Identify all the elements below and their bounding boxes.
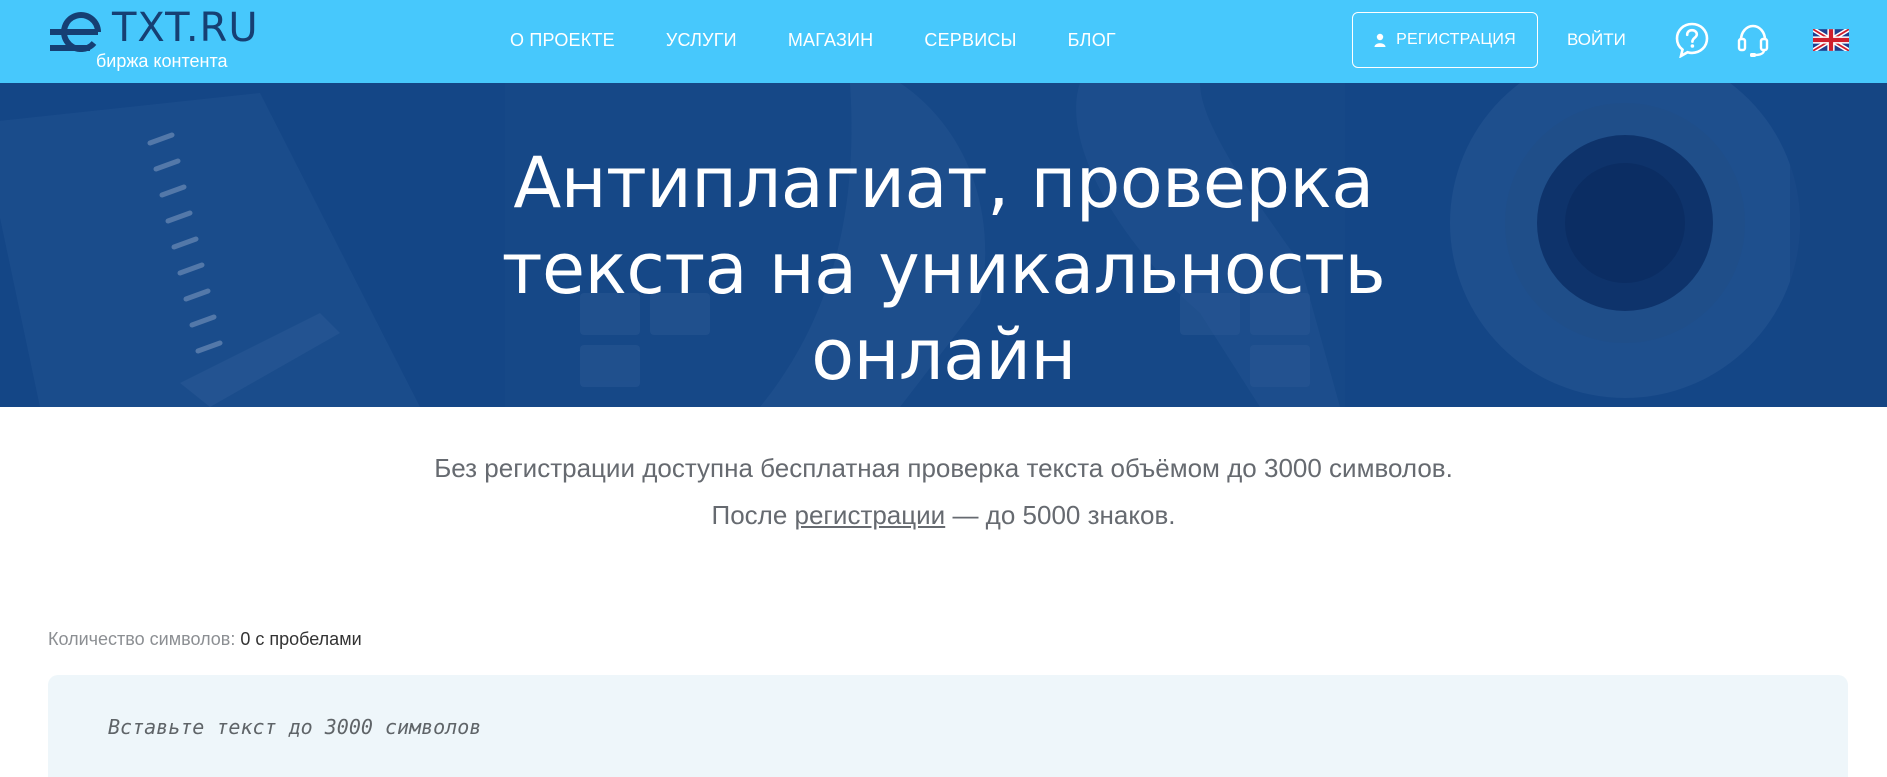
page-title-line-1: Антиплагиат, проверка bbox=[513, 142, 1374, 224]
uk-flag-icon[interactable] bbox=[1811, 27, 1851, 56]
character-counter-label: Количество символов: bbox=[48, 629, 236, 649]
nav-item-services[interactable]: УСЛУГИ bbox=[666, 0, 737, 80]
page-title: Антиплагиат, проверка текста на уникальн… bbox=[0, 140, 1887, 398]
page-title-line-2: текста на уникальность bbox=[501, 228, 1386, 310]
character-counter: Количество символов: 0 с пробелами bbox=[48, 629, 362, 650]
character-counter-value: 0 с пробелами bbox=[240, 629, 362, 649]
intro-line-2-before: После bbox=[711, 500, 795, 530]
text-input-area[interactable] bbox=[48, 675, 1848, 777]
nav-item-about[interactable]: О ПРОЕКТЕ bbox=[510, 0, 615, 80]
site-header: TXT.RU биржа контента О ПРОЕКТЕ УСЛУГИ М… bbox=[0, 0, 1887, 83]
nav-item-shop[interactable]: МАГАЗИН bbox=[788, 0, 874, 80]
intro-line-2: После регистрации — до 5000 знаков. bbox=[0, 492, 1887, 539]
nav-item-blog[interactable]: БЛОГ bbox=[1068, 0, 1116, 80]
intro-text: Без регистрации доступна бесплатная пров… bbox=[0, 445, 1887, 539]
intro-line-1: Без регистрации доступна бесплатная пров… bbox=[434, 453, 1453, 483]
site-logo[interactable]: TXT.RU биржа контента bbox=[48, 4, 298, 74]
headset-icon[interactable] bbox=[1737, 22, 1769, 63]
user-icon bbox=[1374, 33, 1386, 47]
logo-subtitle: биржа контента bbox=[96, 51, 228, 71]
hero-banner: Антиплагиат, проверка текста на уникальн… bbox=[0, 83, 1887, 407]
register-button[interactable]: РЕГИСТРАЦИЯ bbox=[1352, 12, 1538, 68]
register-button-label: РЕГИСТРАЦИЯ bbox=[1396, 31, 1516, 48]
help-icon[interactable] bbox=[1675, 22, 1709, 63]
logo-title: TXT.RU bbox=[112, 5, 259, 51]
logo-mark-icon bbox=[50, 12, 101, 52]
nav-item-tools[interactable]: СЕРВИСЫ bbox=[924, 0, 1016, 80]
page-title-line-3: онлайн bbox=[811, 314, 1076, 396]
main-nav: О ПРОЕКТЕ УСЛУГИ МАГАЗИН СЕРВИСЫ БЛОГ bbox=[510, 0, 1167, 80]
intro-line-2-after: — до 5000 знаков. bbox=[945, 500, 1176, 530]
login-link[interactable]: ВОЙТИ bbox=[1567, 0, 1626, 80]
registration-link[interactable]: регистрации bbox=[795, 500, 946, 530]
